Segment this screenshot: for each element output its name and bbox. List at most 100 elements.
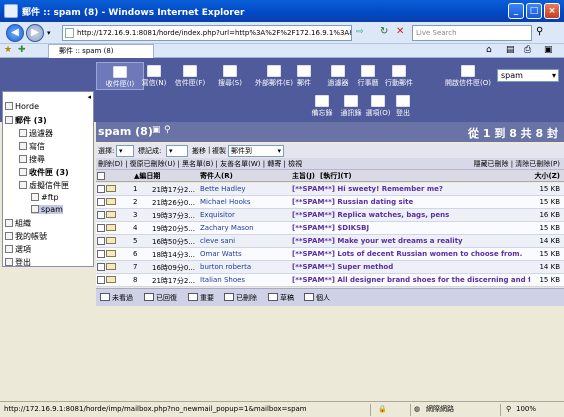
sidebar-item-organize[interactable]: 組織	[5, 218, 31, 229]
mail-icon	[297, 65, 311, 77]
maximize-button[interactable]: □	[526, 3, 542, 19]
row-checkbox[interactable]	[97, 276, 105, 286]
chevron-down-icon: ▾	[277, 147, 281, 155]
row-from[interactable]: cleve sani	[200, 237, 286, 245]
row-checkbox[interactable]	[97, 224, 105, 234]
forward-button[interactable]: ▶	[26, 24, 44, 42]
mark-dropdown[interactable]: ▾	[166, 145, 188, 157]
history-dropdown-icon[interactable]: ▾	[47, 29, 51, 37]
table-row[interactable]: 8 21時17分2... Italian Shoes [**SPAM**] Al…	[96, 274, 564, 287]
table-row[interactable]: 7 16時09分0... burton roberta [**SPAM**] S…	[96, 261, 564, 274]
globe-icon: ◍	[414, 405, 421, 413]
sort-date-column[interactable]: ▲編日期	[134, 171, 160, 181]
minimize-button[interactable]: _	[508, 3, 524, 19]
table-row[interactable]: 1 21時17分2... Bette Hadley [**SPAM**] Hi …	[96, 183, 564, 196]
feeds-icon[interactable]: ▤	[506, 45, 515, 55]
compose-icon	[147, 65, 161, 77]
zoom-level[interactable]: 100%	[516, 402, 536, 416]
sidebar-item-logout[interactable]: 登出	[5, 257, 31, 268]
row-subject[interactable]: [**SPAM**] Super method	[292, 263, 530, 271]
page-menu-icon[interactable]: ▣	[544, 45, 553, 55]
row-subject[interactable]: [**SPAM**] Hi sweety! Remember me?	[292, 185, 530, 193]
row-from[interactable]: Omar Watts	[200, 250, 286, 258]
sort-from-column[interactable]: 寄件人(R)	[200, 171, 233, 181]
sidebar-item-account[interactable]: 我的帳號	[5, 231, 47, 242]
table-row[interactable]: 3 19時37分3... Exquisitor [**SPAM**] Repli…	[96, 209, 564, 222]
row-subject[interactable]: [**SPAM**] Make your wet dreams a realit…	[292, 237, 530, 245]
sidebar-item-compose[interactable]: 寫信	[19, 141, 45, 152]
row-from[interactable]: burton roberta	[200, 263, 286, 271]
move-link[interactable]: 搬移	[192, 146, 206, 156]
print-icon[interactable]: ⎙	[524, 45, 531, 55]
row-subject[interactable]: [**SPAM**] Russian dating site	[292, 198, 530, 206]
nav-mobile-mail[interactable]: 行動郵件	[375, 65, 423, 88]
back-button[interactable]: ◀	[6, 24, 24, 42]
sort-size-column[interactable]: 大小(Z)	[535, 171, 560, 181]
mailbox-select[interactable]: spam ▾	[497, 69, 559, 82]
thread-column[interactable]: [執行](T)	[320, 171, 352, 181]
row-subject[interactable]: [**SPAM**] $DIKSBJ	[292, 224, 530, 232]
row-checkbox[interactable]	[97, 250, 105, 260]
action-links-left[interactable]: 刪除(D) | 復原已刪除(U) | 黑名單(B) | 友善名單(W) | 轉寄…	[98, 159, 302, 169]
folder-icon	[19, 181, 27, 189]
copy-link[interactable]: 複製	[212, 146, 226, 156]
favorites-star-icon[interactable]: ★	[4, 45, 12, 55]
move-target-select[interactable]: 郵件到 ▾	[228, 145, 284, 157]
legend-label: 已刪除	[236, 294, 257, 302]
row-from[interactable]: Michael Hooks	[200, 198, 286, 206]
row-checkbox[interactable]	[97, 185, 105, 195]
search-folder-icon[interactable]: ⚲	[164, 125, 171, 135]
row-from[interactable]: Bette Hadley	[200, 185, 286, 193]
sidebar-item-horde[interactable]: Horde	[5, 102, 39, 111]
nav-open-folder[interactable]: 開啟信件匣(O)	[441, 65, 495, 88]
row-subject[interactable]: [**SPAM**] Replica watches, bags, pens	[292, 211, 530, 219]
row-subject[interactable]: [**SPAM**] All designer brand shoes for …	[292, 276, 530, 284]
table-row[interactable]: 2 21時26分0... Michael Hooks [**SPAM**] Ru…	[96, 196, 564, 209]
table-row[interactable]: 4 19時20分5... Zachary Mason [**SPAM**] $D…	[96, 222, 564, 235]
filter-icon	[19, 129, 27, 137]
search-input[interactable]: Live Search	[412, 25, 532, 41]
address-input[interactable]: http://172.16.9.1:8081/horde/index.php?u…	[62, 25, 352, 41]
account-icon	[5, 232, 13, 240]
chevron-down-icon: ▾	[551, 71, 556, 80]
sidebar-item-filters[interactable]: 過濾器	[19, 128, 53, 139]
sidebar-collapse-icon[interactable]: ◂	[87, 93, 91, 101]
row-checkbox[interactable]	[97, 263, 105, 273]
sidebar-item-virtual-folders[interactable]: 虛擬信件匣	[19, 180, 69, 191]
row-checkbox[interactable]	[97, 211, 105, 221]
search-icon[interactable]: ⚲	[536, 26, 543, 37]
row-from[interactable]: Zachary Mason	[200, 224, 286, 232]
row-from[interactable]: Exquisitor	[200, 211, 286, 219]
close-button[interactable]: ×	[544, 3, 560, 19]
sidebar-item-mail[interactable]: 郵件 (3)	[5, 115, 47, 126]
tree-label: #ftp	[41, 193, 59, 202]
refresh-icon[interactable]: ↻	[380, 26, 388, 37]
nav-logout[interactable]: 登出	[379, 95, 427, 118]
go-icon[interactable]: ⇨	[356, 27, 364, 37]
table-row[interactable]: 6 18時14分3... Omar Watts [**SPAM**] Lots …	[96, 248, 564, 261]
refresh-folder-icon[interactable]: ▣	[152, 125, 161, 135]
home-icon[interactable]: ⌂	[486, 45, 492, 55]
sidebar-item-ftp[interactable]: #ftp	[31, 193, 59, 202]
sort-subject-column[interactable]: 主旨(J)	[292, 171, 315, 181]
legend-label: 個人	[316, 294, 330, 302]
sidebar-item-spam[interactable]: spam	[31, 205, 63, 214]
stop-icon[interactable]: ✕	[396, 26, 404, 37]
sidebar-item-inbox[interactable]: 收件匣 (3)	[19, 167, 69, 178]
add-favorites-icon[interactable]: ✚	[18, 45, 26, 55]
sidebar-item-search[interactable]: 搜尋	[19, 154, 45, 165]
action-links-right[interactable]: 隱藏已刪除 | 清除已刪除(P)	[474, 159, 561, 169]
select-dropdown[interactable]: ▾	[116, 145, 134, 157]
header-checkbox[interactable]	[97, 172, 105, 182]
tab-active[interactable]: 郵件 :: spam (8)	[48, 44, 154, 58]
row-checkbox[interactable]	[97, 198, 105, 208]
nav-search[interactable]: 搜尋(S)	[206, 65, 254, 88]
sidebar-item-options[interactable]: 選項	[5, 244, 31, 255]
table-row[interactable]: 5 16時50分5... cleve sani [**SPAM**] Make …	[96, 235, 564, 248]
folder-icon	[31, 193, 39, 201]
row-from[interactable]: Italian Shoes	[200, 276, 286, 284]
tree-label: spam	[41, 205, 63, 214]
row-subject[interactable]: [**SPAM**] Lots of decent Russian women …	[292, 250, 530, 258]
row-checkbox[interactable]	[97, 237, 105, 247]
logout-icon	[396, 95, 410, 107]
